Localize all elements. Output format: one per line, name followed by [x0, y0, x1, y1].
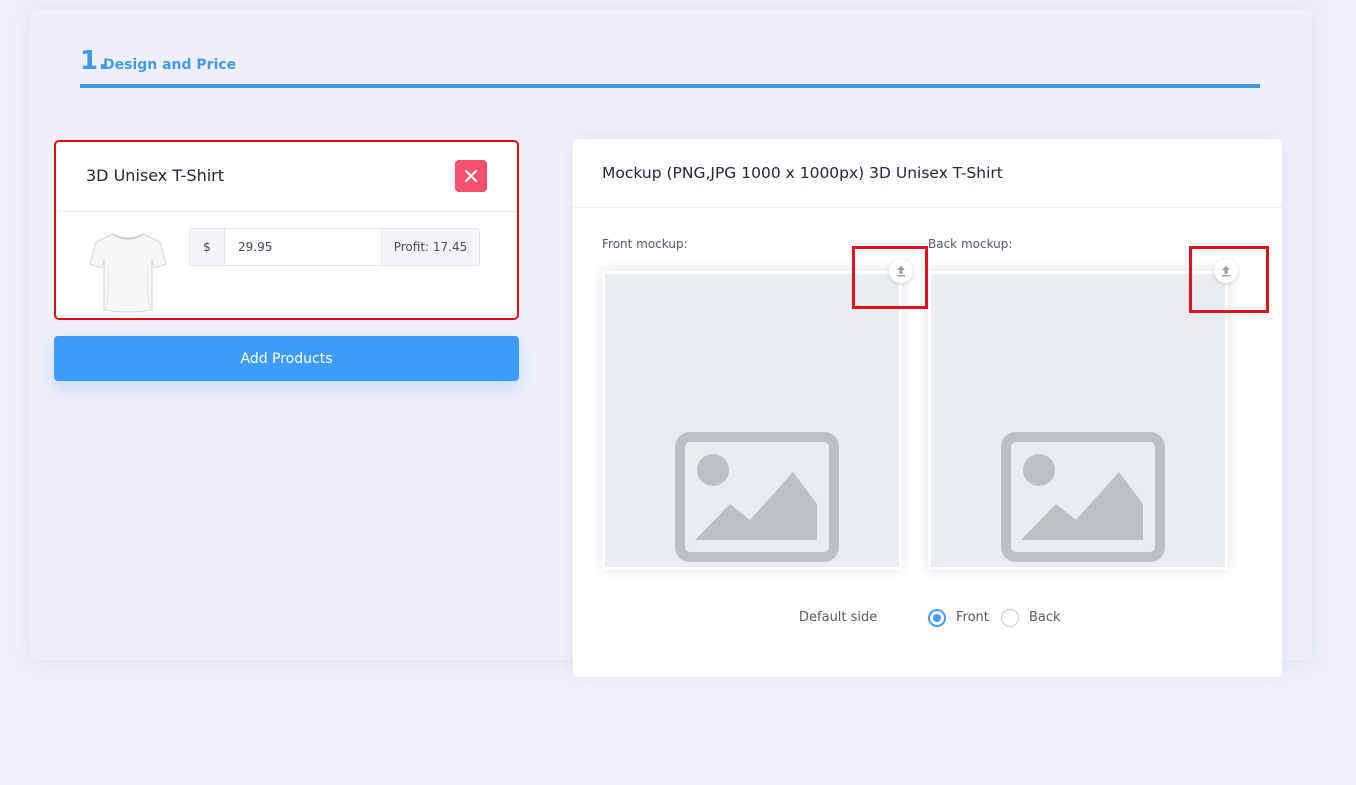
- mockup-title: Mockup (PNG,JPG 1000 x 1000px) 3D Unisex…: [602, 164, 1003, 182]
- default-side-label: Default side: [799, 610, 878, 625]
- product-card: 3D Unisex T-Shirt $ Profit: 17.45: [54, 140, 519, 320]
- product-card-header: 3D Unisex T-Shirt: [56, 142, 517, 212]
- radio-front[interactable]: [928, 609, 946, 627]
- front-upload-button[interactable]: [889, 259, 913, 283]
- tshirt-image: [89, 233, 167, 313]
- price-input[interactable]: [225, 229, 381, 265]
- upload-icon: [1222, 266, 1230, 277]
- product-name: 3D Unisex T-Shirt: [86, 166, 225, 185]
- radio-back[interactable]: [1001, 609, 1019, 627]
- currency-prefix: $: [190, 229, 225, 265]
- mockup-card: Mockup (PNG,JPG 1000 x 1000px) 3D Unisex…: [573, 139, 1282, 677]
- add-products-button[interactable]: Add Products: [54, 336, 519, 381]
- back-mockup-label: Back mockup:: [928, 237, 1013, 251]
- upload-icon: [897, 266, 905, 277]
- step-header: 1. Design and Price: [80, 46, 1260, 88]
- image-placeholder-icon: [1001, 432, 1165, 562]
- front-mockup-label: Front mockup:: [602, 237, 688, 251]
- profit-label: Profit: 17.45: [381, 229, 479, 265]
- remove-product-button[interactable]: [455, 160, 487, 192]
- back-mockup-dropzone[interactable]: [928, 271, 1228, 570]
- radio-back-label[interactable]: Back: [1029, 610, 1061, 625]
- front-mockup-dropzone[interactable]: [602, 271, 902, 570]
- step-title: Design and Price: [103, 57, 237, 73]
- close-icon: [465, 170, 477, 182]
- image-placeholder-icon: [675, 432, 839, 562]
- radio-front-label[interactable]: Front: [956, 610, 989, 625]
- price-input-group: $ Profit: 17.45: [189, 228, 480, 266]
- back-upload-button[interactable]: [1214, 259, 1238, 283]
- mockup-header: Mockup (PNG,JPG 1000 x 1000px) 3D Unisex…: [573, 139, 1282, 208]
